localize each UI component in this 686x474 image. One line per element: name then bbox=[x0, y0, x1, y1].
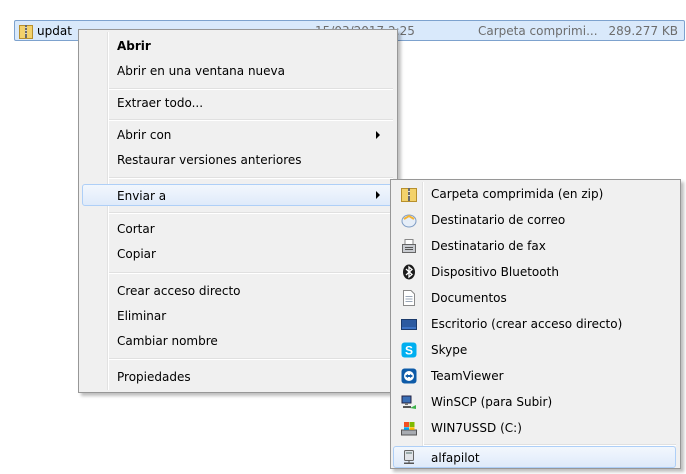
send-to-documents[interactable]: Documentos bbox=[393, 287, 676, 309]
context-menu: Abrir Abrir en una ventana nueva Extraer… bbox=[78, 29, 398, 393]
menu-item-open-with-label: Abrir con bbox=[117, 128, 172, 142]
menu-item-send-to[interactable]: Enviar a bbox=[82, 184, 394, 206]
send-to-fax[interactable]: Destinatario de fax bbox=[393, 235, 676, 257]
menu-item-extract-all-label: Extraer todo... bbox=[117, 96, 204, 110]
send-to-skype-label: Skype bbox=[431, 343, 468, 357]
send-to-teamviewer[interactable]: TeamViewer bbox=[393, 365, 676, 387]
menu-item-open[interactable]: Abrir bbox=[82, 35, 394, 57]
menu-item-send-to-label: Enviar a bbox=[117, 189, 167, 203]
drive-icon bbox=[401, 422, 417, 436]
send-to-zip-label: Carpeta comprimida (en zip) bbox=[431, 187, 604, 201]
menu-item-restore-versions[interactable]: Restaurar versiones anteriores bbox=[82, 149, 394, 171]
send-to-skype[interactable]: S Skype bbox=[393, 339, 676, 361]
send-to-alfapilot[interactable]: alfapilot bbox=[393, 446, 676, 468]
menu-item-extract-all[interactable]: Extraer todo... bbox=[82, 92, 394, 114]
file-type: Carpeta comprimi... bbox=[478, 24, 598, 38]
mail-icon bbox=[401, 214, 417, 228]
menu-item-copy-label: Copiar bbox=[117, 247, 156, 261]
menu-item-rename-label: Cambiar nombre bbox=[117, 334, 218, 348]
send-to-drive-c-label: WIN7USSD (C:) bbox=[431, 421, 522, 435]
menu-separator bbox=[109, 212, 393, 214]
teamviewer-icon bbox=[401, 368, 417, 384]
send-to-mail-label: Destinatario de correo bbox=[431, 213, 566, 227]
fax-icon bbox=[402, 239, 416, 253]
send-to-bluetooth[interactable]: Dispositivo Bluetooth bbox=[393, 261, 676, 283]
menu-item-open-with[interactable]: Abrir con bbox=[82, 124, 394, 146]
send-to-teamviewer-label: TeamViewer bbox=[431, 369, 504, 383]
menu-separator bbox=[109, 88, 393, 90]
submenu-arrow-icon bbox=[376, 191, 380, 199]
send-to-zip[interactable]: Carpeta comprimida (en zip) bbox=[393, 183, 676, 205]
zip-folder-icon bbox=[401, 188, 417, 202]
menu-item-open-new-window[interactable]: Abrir en una ventana nueva bbox=[82, 60, 394, 82]
menu-item-rename[interactable]: Cambiar nombre bbox=[82, 330, 394, 352]
menu-item-create-shortcut-label: Crear acceso directo bbox=[117, 284, 241, 298]
send-to-winscp-label: WinSCP (para Subir) bbox=[431, 395, 553, 409]
menu-item-open-label: Abrir bbox=[117, 39, 151, 53]
send-to-fax-label: Destinatario de fax bbox=[431, 239, 546, 253]
send-to-winscp[interactable]: WinSCP (para Subir) bbox=[393, 391, 676, 413]
menu-separator bbox=[109, 177, 393, 179]
winscp-icon bbox=[401, 395, 416, 409]
menu-item-properties[interactable]: Propiedades bbox=[82, 366, 394, 388]
menu-item-cut-label: Cortar bbox=[117, 222, 155, 236]
menu-item-open-new-window-label: Abrir en una ventana nueva bbox=[117, 64, 285, 78]
documents-icon bbox=[403, 290, 415, 306]
send-to-desktop-label: Escritorio (crear acceso directo) bbox=[431, 317, 623, 331]
send-to-documents-label: Documentos bbox=[431, 291, 507, 305]
menu-separator bbox=[109, 119, 393, 121]
file-name: updat bbox=[37, 24, 72, 38]
network-drive-icon bbox=[404, 450, 414, 464]
menu-item-create-shortcut[interactable]: Crear acceso directo bbox=[82, 280, 394, 302]
zip-folder-icon bbox=[19, 25, 33, 39]
send-to-mail[interactable]: Destinatario de correo bbox=[393, 209, 676, 231]
bluetooth-icon bbox=[403, 264, 415, 280]
menu-item-restore-versions-label: Restaurar versiones anteriores bbox=[117, 153, 302, 167]
menu-item-properties-label: Propiedades bbox=[117, 370, 191, 384]
desktop-icon bbox=[401, 319, 417, 330]
send-to-desktop[interactable]: Escritorio (crear acceso directo) bbox=[393, 313, 676, 335]
skype-icon: S bbox=[401, 342, 417, 358]
menu-separator bbox=[109, 358, 393, 360]
send-to-bluetooth-label: Dispositivo Bluetooth bbox=[431, 265, 559, 279]
menu-item-cut[interactable]: Cortar bbox=[82, 218, 394, 240]
menu-item-delete-label: Eliminar bbox=[117, 309, 167, 323]
send-to-alfapilot-label: alfapilot bbox=[431, 451, 480, 465]
send-to-drive-c[interactable]: WIN7USSD (C:) bbox=[393, 417, 676, 439]
menu-item-copy[interactable]: Copiar bbox=[82, 243, 394, 265]
menu-separator bbox=[109, 272, 393, 274]
file-size: 289.277 KB bbox=[608, 24, 678, 38]
svg-text:S: S bbox=[405, 344, 413, 358]
send-to-submenu: Carpeta comprimida (en zip) Destinatario… bbox=[390, 179, 681, 469]
submenu-arrow-icon bbox=[376, 131, 380, 139]
menu-item-delete[interactable]: Eliminar bbox=[82, 305, 394, 327]
